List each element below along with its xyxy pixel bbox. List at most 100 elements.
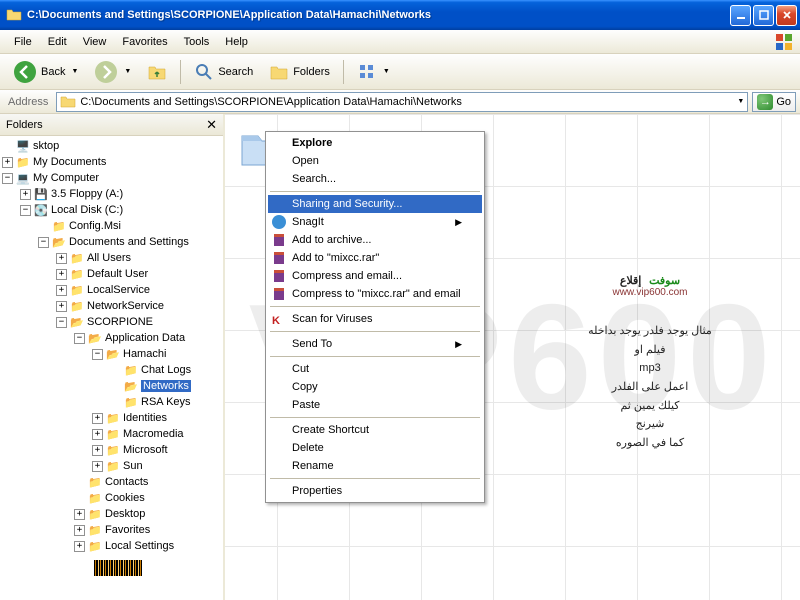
cm-add-rar[interactable]: Add to "mixcc.rar" bbox=[268, 249, 482, 267]
tree-scorpione[interactable]: −📂SCORPIONE bbox=[56, 314, 221, 330]
go-label: Go bbox=[776, 96, 791, 108]
tree-localsettings[interactable]: +📁Local Settings bbox=[74, 538, 221, 554]
go-button[interactable]: → Go bbox=[752, 92, 796, 112]
cm-open[interactable]: Open bbox=[268, 152, 482, 170]
cm-search[interactable]: Search... bbox=[268, 170, 482, 188]
menu-favorites[interactable]: Favorites bbox=[114, 33, 175, 51]
tree-identities[interactable]: +📁Identities bbox=[92, 410, 221, 426]
tree-defaultuser[interactable]: +📁Default User bbox=[56, 266, 221, 282]
rar-icon bbox=[271, 250, 287, 266]
cm-paste[interactable]: Paste bbox=[268, 396, 482, 414]
cm-delete[interactable]: Delete bbox=[268, 439, 482, 457]
maximize-button[interactable] bbox=[753, 5, 774, 26]
tree-mycomputer[interactable]: −💻My Computer bbox=[2, 170, 221, 186]
folder-tree[interactable]: 🖥️sktop +📁My Documents −💻My Computer +💾3… bbox=[0, 136, 223, 600]
tree-mydocuments[interactable]: +📁My Documents bbox=[2, 154, 221, 170]
cm-shortcut[interactable]: Create Shortcut bbox=[268, 421, 482, 439]
rar-icon bbox=[271, 286, 287, 302]
menu-edit[interactable]: Edit bbox=[40, 33, 75, 51]
address-field-wrapper[interactable]: ▼ bbox=[56, 92, 748, 112]
tree-networkservice[interactable]: +📁NetworkService bbox=[56, 298, 221, 314]
back-button[interactable]: Back ▼ bbox=[6, 56, 85, 88]
tree-localdisk[interactable]: −💽Local Disk (C:) bbox=[20, 202, 221, 218]
address-input[interactable] bbox=[80, 96, 731, 108]
sidebar-title: Folders bbox=[6, 119, 43, 131]
menu-help[interactable]: Help bbox=[217, 33, 256, 51]
folders-button[interactable]: Folders bbox=[262, 58, 337, 86]
rar-icon bbox=[271, 232, 287, 248]
toolbar-separator bbox=[343, 60, 344, 84]
close-button[interactable] bbox=[776, 5, 797, 26]
cm-add-archive[interactable]: Add to archive... bbox=[268, 231, 482, 249]
disk-icon: 💽 bbox=[33, 202, 49, 218]
cm-rename[interactable]: Rename bbox=[268, 457, 482, 475]
window-title: C:\Documents and Settings\SCORPIONE\Appl… bbox=[27, 9, 730, 21]
toolbar: Back ▼ ▼ Search Folders ▼ bbox=[0, 54, 800, 90]
menu-file[interactable]: File bbox=[6, 33, 40, 51]
corrupted-overlay bbox=[94, 560, 142, 576]
tree-desktop2[interactable]: +📁Desktop bbox=[74, 506, 221, 522]
windows-logo-icon bbox=[774, 32, 794, 52]
forward-button[interactable]: ▼ bbox=[87, 56, 138, 88]
back-label: Back bbox=[41, 66, 65, 78]
tree-appdata[interactable]: −📂Application Data bbox=[74, 330, 221, 346]
documents-icon: 📁 bbox=[15, 154, 31, 170]
snagit-icon bbox=[271, 214, 287, 230]
sidebar-close-button[interactable]: ✕ bbox=[206, 117, 217, 133]
cm-scan-viruses[interactable]: KScan for Viruses bbox=[268, 310, 482, 328]
tree-networks[interactable]: 📂Networks bbox=[110, 378, 221, 394]
up-icon bbox=[147, 62, 167, 82]
menu-view[interactable]: View bbox=[75, 33, 115, 51]
cm-snagit[interactable]: SnagIt▶ bbox=[268, 213, 482, 231]
tree-floppy[interactable]: +💾3.5 Floppy (A:) bbox=[20, 186, 221, 202]
addressbar: Address ▼ → Go bbox=[0, 90, 800, 114]
sidebar-header: Folders ✕ bbox=[0, 114, 223, 136]
menubar: File Edit View Favorites Tools Help bbox=[0, 30, 800, 54]
tree-macromedia[interactable]: +📁Macromedia bbox=[92, 426, 221, 442]
views-icon bbox=[357, 62, 377, 82]
computer-icon: 💻 bbox=[15, 170, 31, 186]
minimize-button[interactable] bbox=[730, 5, 751, 26]
tree-microsoft[interactable]: +📁Microsoft bbox=[92, 442, 221, 458]
tree-localservice[interactable]: +📁LocalService bbox=[56, 282, 221, 298]
rar-icon bbox=[271, 268, 287, 284]
cm-properties[interactable]: Properties bbox=[268, 482, 482, 500]
go-icon: → bbox=[757, 94, 773, 110]
tree-configmsi[interactable]: 📁Config.Msi bbox=[38, 218, 221, 234]
folder-icon: 📁 bbox=[51, 218, 67, 234]
tree-chatlogs[interactable]: 📁Chat Logs bbox=[110, 362, 221, 378]
tree-desktop[interactable]: 🖥️sktop bbox=[2, 138, 221, 154]
tree-rsakeys[interactable]: 📁RSA Keys bbox=[110, 394, 221, 410]
cm-copy[interactable]: Copy bbox=[268, 378, 482, 396]
views-dropdown-icon[interactable]: ▼ bbox=[383, 68, 390, 75]
cm-sendto[interactable]: Send To▶ bbox=[268, 335, 482, 353]
forward-dropdown-icon[interactable]: ▼ bbox=[124, 68, 131, 75]
tree-favorites[interactable]: +📁Favorites bbox=[74, 522, 221, 538]
address-dropdown-icon[interactable]: ▼ bbox=[737, 98, 744, 105]
up-button[interactable] bbox=[140, 58, 174, 86]
search-icon bbox=[194, 62, 214, 82]
cm-explore[interactable]: Explore bbox=[268, 134, 482, 152]
folders-label: Folders bbox=[293, 66, 330, 78]
cm-compress-email[interactable]: Compress and email... bbox=[268, 267, 482, 285]
tree-allusers[interactable]: +📁All Users bbox=[56, 250, 221, 266]
back-dropdown-icon[interactable]: ▼ bbox=[71, 68, 78, 75]
titlebar-folder-icon bbox=[6, 7, 22, 23]
cm-compress-rar-email[interactable]: Compress to "mixcc.rar" and email bbox=[268, 285, 482, 303]
menu-tools[interactable]: Tools bbox=[176, 33, 218, 51]
cm-cut[interactable]: Cut bbox=[268, 360, 482, 378]
tree-das[interactable]: −📂Documents and Settings bbox=[38, 234, 221, 250]
tree-hamachi[interactable]: −📂Hamachi bbox=[92, 346, 221, 362]
tree-cookies[interactable]: 📁Cookies bbox=[74, 490, 221, 506]
floppy-icon: 💾 bbox=[33, 186, 49, 202]
views-button[interactable]: ▼ bbox=[350, 58, 397, 86]
back-icon bbox=[13, 60, 37, 84]
search-button[interactable]: Search bbox=[187, 58, 260, 86]
titlebar: C:\Documents and Settings\SCORPIONE\Appl… bbox=[0, 0, 800, 30]
tree-contacts[interactable]: 📁Contacts bbox=[74, 474, 221, 490]
cm-sharing-security[interactable]: Sharing and Security... bbox=[268, 195, 482, 213]
svg-text:K: K bbox=[272, 315, 280, 327]
search-label: Search bbox=[218, 66, 253, 78]
sidebar: Folders ✕ 🖥️sktop +📁My Documents −💻My Co… bbox=[0, 114, 225, 600]
tree-sun[interactable]: +📁Sun bbox=[92, 458, 221, 474]
